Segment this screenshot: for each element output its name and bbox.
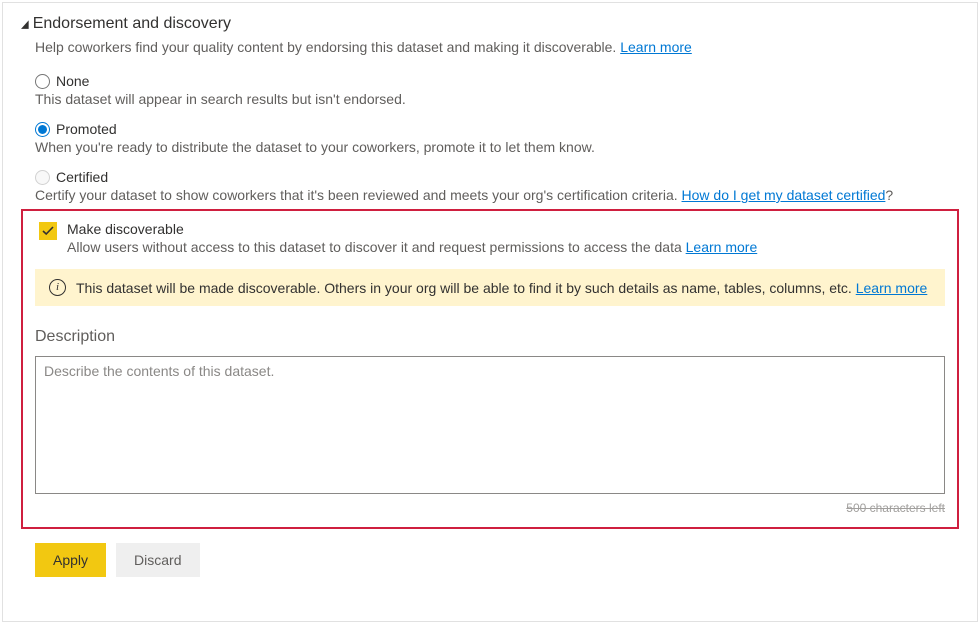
settings-panel: ◢ Endorsement and discovery Help coworke… <box>2 2 978 622</box>
radio-none-desc: This dataset will appear in search resul… <box>35 91 959 107</box>
discard-button[interactable]: Discard <box>116 543 199 577</box>
section-header-endorsement[interactable]: ◢ Endorsement and discovery <box>21 15 959 33</box>
radio-none[interactable] <box>35 74 50 89</box>
banner-text: This dataset will be made discoverable. … <box>76 280 852 296</box>
option-none: None This dataset will appear in search … <box>35 73 959 107</box>
description-textarea[interactable] <box>35 356 945 494</box>
discoverable-desc-text: Allow users without access to this datas… <box>67 239 682 255</box>
discoverable-highlight-frame: Make discoverable Allow users without ac… <box>21 209 959 529</box>
radio-certified-desc: Certify your dataset to show coworkers t… <box>35 187 959 203</box>
make-discoverable-checkbox[interactable] <box>39 222 57 240</box>
checkmark-icon <box>42 225 54 237</box>
info-icon: i <box>49 279 66 296</box>
radio-promoted[interactable] <box>35 122 50 137</box>
section-help-text: Help coworkers find your quality content… <box>35 39 959 55</box>
certified-how-link[interactable]: How do I get my dataset certified <box>682 187 886 203</box>
info-banner-text: This dataset will be made discoverable. … <box>76 280 927 296</box>
certified-q: ? <box>885 187 893 203</box>
certified-desc-text: Certify your dataset to show coworkers t… <box>35 187 678 203</box>
radio-none-label[interactable]: None <box>56 73 89 89</box>
banner-learn-more-link[interactable]: Learn more <box>856 280 928 296</box>
endorsement-radio-group: None This dataset will appear in search … <box>35 73 959 203</box>
section-title: Endorsement and discovery <box>33 15 231 33</box>
radio-certified-label: Certified <box>56 169 108 185</box>
collapse-triangle-icon: ◢ <box>21 18 29 30</box>
description-label: Description <box>35 328 945 346</box>
discoverable-desc: Allow users without access to this datas… <box>67 239 945 255</box>
button-row: Apply Discard <box>35 543 959 577</box>
discoverable-info-banner: i This dataset will be made discoverable… <box>35 269 945 306</box>
radio-promoted-desc: When you're ready to distribute the data… <box>35 139 959 155</box>
help-text: Help coworkers find your quality content… <box>35 39 616 55</box>
radio-certified <box>35 170 50 185</box>
discoverable-row: Make discoverable Allow users without ac… <box>39 221 945 255</box>
characters-left: 500 characters left <box>35 501 945 515</box>
discoverable-learn-more-link[interactable]: Learn more <box>686 239 758 255</box>
apply-button[interactable]: Apply <box>35 543 106 577</box>
option-promoted: Promoted When you're ready to distribute… <box>35 121 959 155</box>
radio-promoted-label[interactable]: Promoted <box>56 121 117 137</box>
option-certified: Certified Certify your dataset to show c… <box>35 169 959 203</box>
discoverable-label[interactable]: Make discoverable <box>67 221 945 237</box>
help-learn-more-link[interactable]: Learn more <box>620 39 692 55</box>
